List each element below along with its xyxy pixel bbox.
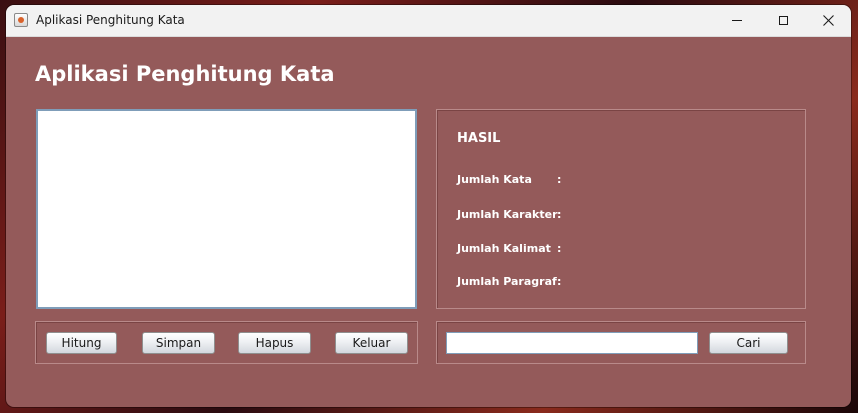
minimize-icon [732,20,742,21]
paragraph-count-colon: : [557,275,562,288]
close-button[interactable] [805,5,851,36]
java-app-icon [14,13,28,27]
hapus-button[interactable]: Hapus [238,332,311,354]
char-count-label: Jumlah Karakter [457,208,558,221]
minimize-button[interactable] [714,5,760,36]
text-input-area[interactable] [36,109,417,309]
simpan-button[interactable]: Simpan [142,332,215,354]
hitung-button[interactable]: Hitung [46,332,117,354]
sentence-count-colon: : [557,242,562,255]
keluar-button[interactable]: Keluar [335,332,408,354]
window-title: Aplikasi Penghitung Kata [36,13,185,27]
sentence-count-label: Jumlah Kalimat [457,242,551,255]
word-count-colon: : [557,173,562,186]
page-title: Aplikasi Penghitung Kata [35,62,335,86]
close-icon [822,15,834,26]
result-title: HASIL [457,131,501,146]
maximize-icon [778,16,788,25]
paragraph-count-label: Jumlah Paragraf [457,275,557,288]
title-bar[interactable]: Aplikasi Penghitung Kata [6,5,851,37]
word-count-label: Jumlah Kata [457,173,532,186]
cari-button[interactable]: Cari [709,332,788,354]
maximize-button[interactable] [760,5,806,36]
search-input[interactable] [446,332,698,354]
char-count-colon: : [557,208,562,221]
